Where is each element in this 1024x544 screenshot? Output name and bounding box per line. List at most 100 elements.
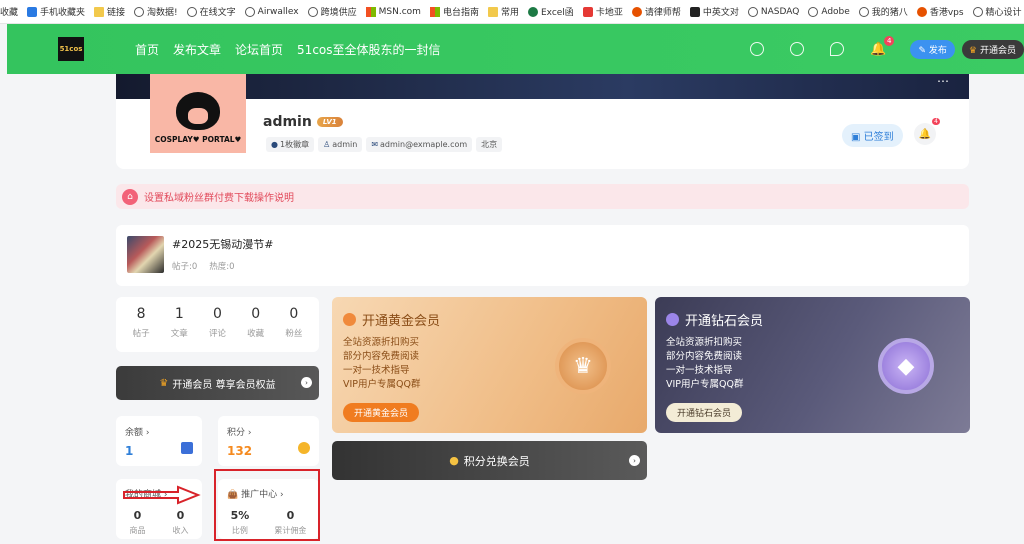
nav-link-forum[interactable]: 论坛首页: [235, 41, 283, 58]
stat-posts[interactable]: 8 帖子: [133, 297, 150, 352]
bookmark[interactable]: 跨境供应: [307, 5, 357, 18]
avatar-character: [176, 92, 220, 130]
vip-benefits-bar[interactable]: ♛ 开通会员 尊享会员权益 ›: [116, 366, 319, 400]
nav-actions: 🔔 4 ✎ 发布 ♛ 开通会员: [750, 24, 1024, 74]
bookmark[interactable]: MSN.com: [365, 6, 421, 17]
topic-thumbnail: [127, 236, 164, 273]
profile-card: ⋯ COSPLAY♥ PORTAL♥ admin LV1 ● 1枚徽章 ♙ admin…: [116, 74, 969, 169]
topic-title[interactable]: #2025无锡动漫节#: [172, 236, 273, 252]
bookmark[interactable]: 淘数据!: [134, 5, 178, 18]
bookmark[interactable]: 请律师帮: [631, 5, 681, 18]
topic-meta: 帖子:0 热度:0: [172, 260, 247, 272]
globe-icon: [972, 6, 983, 17]
tag-label: 1枚徽章: [279, 140, 310, 149]
profile-tags: ● 1枚徽章 ♙ admin ✉ admin@exmaple.com 北京: [266, 137, 506, 152]
bookmark[interactable]: 我的猪八: [858, 5, 908, 18]
vip-label: 开通会员: [979, 45, 1016, 56]
medal-icon: ●: [271, 140, 278, 149]
shop-stats: 0 商品 0 收入: [116, 509, 202, 536]
bookmark[interactable]: Adobe: [808, 6, 850, 17]
benefit-line: 一对一技术指导: [343, 365, 410, 376]
benefit-line: 一对一技术指导: [666, 365, 733, 376]
globe-icon: [307, 6, 318, 17]
avatar-text: COSPLAY♥ PORTAL♥: [154, 135, 242, 144]
benefit-line: VIP用户专属QQ群: [666, 379, 744, 390]
user-icon: ♙: [323, 140, 331, 149]
checkin-button[interactable]: ▣ 已签到: [842, 124, 903, 147]
topic-heat: 热度:0: [209, 262, 235, 272]
stat-articles[interactable]: 1 文章: [171, 297, 188, 352]
notice-bar[interactable]: ⌂ 设置私域粉丝群付费下载操作说明: [116, 184, 969, 209]
globe-icon: [244, 6, 255, 17]
nav-link-home[interactable]: 首页: [135, 41, 159, 58]
bookmark[interactable]: 精心设计: [972, 5, 1022, 18]
tag-label: admin: [332, 140, 358, 149]
notice-text: 设置私域粉丝群付费下载操作说明: [144, 193, 294, 204]
bookmark-label: 香港vps: [929, 8, 964, 18]
shop-goods-value: 0: [133, 509, 142, 522]
stat-comments[interactable]: 0 评论: [209, 297, 226, 352]
search-icon[interactable]: [790, 42, 805, 56]
bookmark-label: 常用: [500, 8, 519, 18]
bookmark-label: Excel函: [540, 8, 574, 18]
topic-card[interactable]: #2025无锡动漫节# 帖子:0 热度:0: [116, 225, 969, 286]
bookmark[interactable]: 常用: [487, 5, 519, 18]
badge-tag[interactable]: ● 1枚徽章: [266, 137, 315, 152]
stat-fans[interactable]: 0 粉丝: [285, 297, 302, 352]
bookmark[interactable]: 链接: [94, 5, 125, 18]
stat-favorites[interactable]: 0 收藏: [247, 297, 264, 352]
checkin-label: 已签到: [863, 132, 894, 143]
globe-icon: [747, 6, 758, 17]
bookmark[interactable]: 香港vps: [916, 5, 964, 18]
open-diamond-vip-button[interactable]: 开通钻石会员: [666, 403, 743, 422]
gold-vip-title: 开通黄金会员: [343, 310, 440, 329]
stat-value: 0: [251, 306, 261, 322]
dictionary-icon: [689, 6, 700, 17]
profile-bell-icon[interactable]: 🔔 4: [914, 118, 940, 145]
gold-crown-badge-icon: ♛: [555, 338, 611, 394]
stat-label: 帖子: [132, 329, 150, 339]
home-icon: ⌂: [122, 188, 138, 205]
bookmark[interactable]: Airwallex: [244, 6, 299, 17]
windows-icon: [429, 6, 440, 17]
more-icon[interactable]: ⋯: [937, 74, 949, 88]
feather-icon: [631, 6, 642, 17]
annotation-arrow-icon: [123, 485, 201, 505]
points-title: 积分 ›: [227, 428, 252, 438]
bookmark[interactable]: 电台指南: [429, 5, 479, 18]
crown-icon: [343, 313, 356, 326]
stat-value: 0: [289, 306, 299, 322]
topic-posts: 帖子:0: [172, 262, 198, 272]
bookmark[interactable]: 手机收藏夹: [27, 5, 85, 18]
site-logo[interactable]: 51cos: [58, 37, 84, 61]
bookmark[interactable]: Excel函: [527, 5, 574, 18]
bookmark[interactable]: 中英文对: [689, 5, 739, 18]
benefit-line: VIP用户专属QQ群: [343, 379, 421, 390]
bookmark-label: 电台指南: [442, 8, 479, 18]
gold-vip-card: 开通黄金会员 全站资源折扣购买 部分内容免费阅读 一对一技术指导 VIP用户专属…: [332, 297, 647, 433]
points-exchange-bar[interactable]: ● 积分兑换会员 ›: [332, 441, 647, 480]
nav-link-letter[interactable]: 51cos至全体股东的一封信: [297, 41, 440, 58]
avatar[interactable]: COSPLAY♥ PORTAL♥: [150, 74, 246, 153]
nav-link-publish[interactable]: 发布文章: [173, 41, 221, 58]
crown-icon: ♛: [968, 45, 977, 56]
balance-card[interactable]: 余额 › 1: [116, 416, 202, 466]
bookmark[interactable]: 在线文字: [186, 5, 236, 18]
bookmark[interactable]: 卡地亚: [582, 5, 623, 18]
email-tag: ✉ admin@exmaple.com: [366, 137, 473, 152]
bulb-icon[interactable]: [750, 42, 765, 56]
folder-icon: [94, 6, 105, 17]
bookmark-label: 手机收藏夹: [40, 8, 86, 18]
bookmark[interactable]: NASDAQ: [747, 6, 799, 17]
points-card[interactable]: 积分 › 132: [218, 416, 319, 466]
stat-value: 1: [174, 306, 184, 322]
bookmark-label: 卡地亚: [595, 8, 623, 18]
moon-icon[interactable]: [830, 42, 845, 56]
globe-icon: [808, 6, 819, 17]
open-gold-vip-button[interactable]: 开通黄金会员: [343, 403, 420, 422]
vip-button[interactable]: ♛ 开通会员: [961, 39, 1024, 59]
bell-icon[interactable]: 🔔 4: [870, 35, 895, 57]
publish-button[interactable]: ✎ 发布: [910, 39, 955, 59]
bookmark-label: 请律师帮: [644, 8, 681, 18]
bookmark[interactable]: 收藏: [0, 5, 18, 18]
